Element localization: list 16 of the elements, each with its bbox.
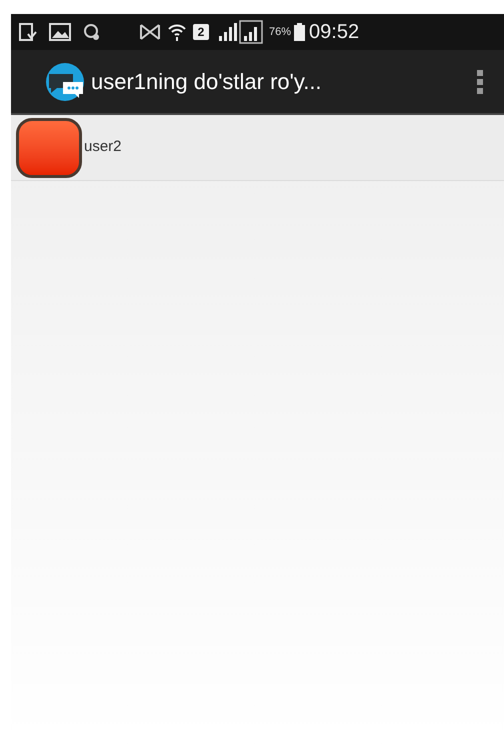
wifi-icon: [167, 22, 187, 42]
signal-icon: [239, 20, 263, 44]
download-icon: [19, 22, 37, 42]
signal-icon: [217, 22, 237, 42]
sim-slot-badge: 2: [193, 24, 209, 40]
overflow-menu-icon[interactable]: [476, 68, 484, 94]
mute-icon: [139, 23, 161, 41]
contact-name: user2: [84, 137, 122, 158]
contact-row[interactable]: user2: [11, 115, 504, 181]
screen-title: user1ning do'stlar ro'y...: [91, 68, 322, 96]
app-icon: [83, 22, 101, 42]
battery-percent: 76%: [269, 24, 292, 40]
battery-icon: [294, 23, 306, 41]
clock: 09:52: [309, 20, 360, 45]
image-icon: [49, 23, 71, 41]
avatar-icon: [16, 118, 82, 178]
